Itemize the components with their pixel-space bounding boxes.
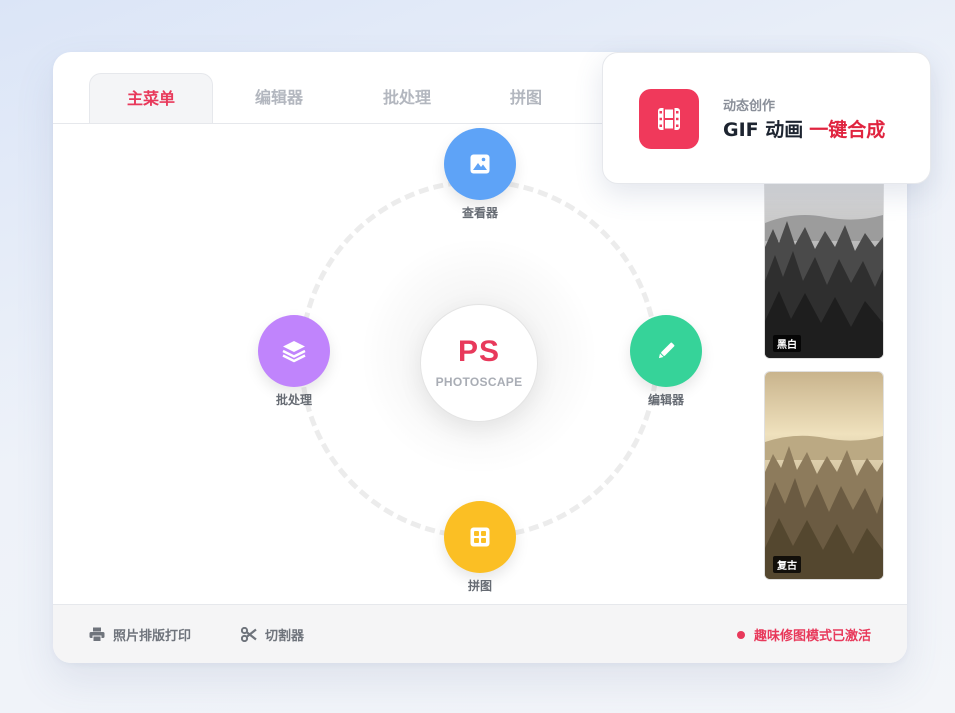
logo-subtitle: PHOTOSCAPE: [435, 375, 523, 389]
pencil-icon: [658, 342, 675, 359]
gif-animation-card[interactable]: 动态创作 GIF 动画 一键合成: [602, 52, 931, 184]
collage-button[interactable]: [444, 501, 516, 573]
film-icon: [658, 108, 680, 130]
print-layout-button[interactable]: 照片排版打印: [89, 625, 191, 644]
viewer-button[interactable]: [444, 128, 516, 200]
photoscape-logo[interactable]: PS PHOTOSCAPE: [420, 304, 538, 422]
vintage-forest-image: [765, 372, 883, 579]
layers-icon: [282, 341, 306, 363]
editor-node[interactable]: 编辑器: [616, 315, 716, 408]
tab-editor[interactable]: 编辑器: [219, 73, 339, 123]
grid-icon: [470, 527, 490, 547]
tab-main-menu[interactable]: 主菜单: [89, 73, 213, 123]
cutter-button[interactable]: 切割器: [241, 625, 304, 644]
thumbnail-bw-label: 黑白: [773, 335, 801, 352]
mode-status: 趣味修图模式已激活: [736, 625, 871, 644]
thumbnail-vintage-label: 复古: [773, 556, 801, 573]
image-icon: [470, 154, 490, 174]
tab-collage[interactable]: 拼图: [466, 73, 586, 123]
editor-button[interactable]: [630, 315, 702, 387]
popup-subtitle: 动态创作: [723, 99, 776, 114]
editor-label: 编辑器: [647, 393, 684, 407]
batch-node[interactable]: 批处理: [244, 315, 344, 408]
printer-icon: [89, 627, 105, 642]
status-dot: [736, 630, 745, 639]
cutter-label: 切割器: [265, 629, 305, 644]
status-text: 趣味修图模式已激活: [753, 629, 871, 644]
print-layout-label: 照片排版打印: [113, 629, 192, 644]
film-icon-tile: [639, 89, 699, 149]
thumbnail-vintage[interactable]: 复古: [764, 371, 884, 580]
popup-title-main: GIF 动画: [723, 119, 804, 141]
viewer-label: 查看器: [461, 206, 498, 220]
collage-label: 拼图: [467, 579, 492, 593]
scissors-icon: [241, 627, 257, 642]
logo-text: PS: [457, 335, 501, 368]
tab-batch[interactable]: 批处理: [347, 73, 467, 123]
popup-title: GIF 动画 一键合成: [723, 115, 885, 142]
collage-node[interactable]: 拼图: [430, 501, 530, 594]
viewer-node[interactable]: 查看器: [430, 128, 530, 221]
popup-title-highlight: 一键合成: [809, 119, 886, 141]
batch-button[interactable]: [258, 315, 330, 387]
batch-label: 批处理: [275, 393, 312, 407]
footer-bar: 照片排版打印 切割器 趣味修图模式已激活: [53, 604, 907, 663]
